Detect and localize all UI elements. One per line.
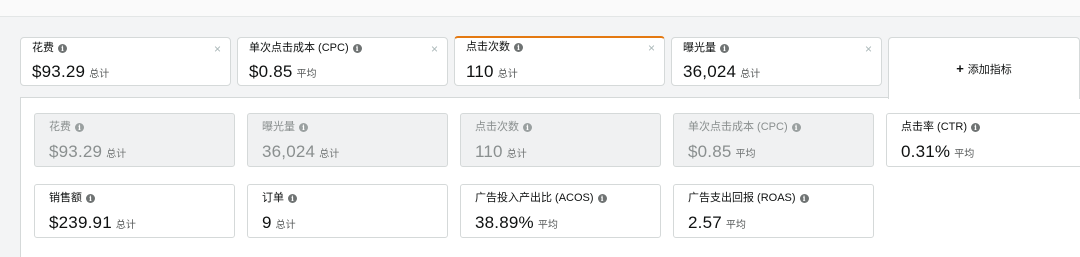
metric-option-value: $93.29 总计 <box>49 142 127 161</box>
metric-option-value: 2.57 平均 <box>688 213 746 232</box>
metric-tab-impressions[interactable]: 曝光量 i 36,024 总计 × <box>671 37 882 86</box>
info-icon[interactable]: i <box>971 123 980 132</box>
metric-option-value: 38.89% 平均 <box>475 213 558 232</box>
metric-tab-value: $0.85 平均 <box>249 62 317 81</box>
metric-option-label: 订单 i <box>262 191 297 205</box>
metric-tab-label: 曝光量 i <box>683 41 729 55</box>
metric-option-label: 销售额 i <box>49 191 95 205</box>
metric-option-value: $239.91 总计 <box>49 213 136 232</box>
close-icon[interactable]: × <box>865 43 872 55</box>
info-icon[interactable]: i <box>597 194 607 203</box>
metric-tab-value: $93.29 总计 <box>32 62 110 81</box>
info-icon[interactable]: i <box>799 194 809 203</box>
close-icon[interactable]: × <box>431 43 438 55</box>
info-icon[interactable]: i <box>514 43 523 52</box>
metric-tab-value: 110 总计 <box>466 62 518 81</box>
metric-option-orders[interactable]: 订单 i 9 总计 <box>247 184 448 238</box>
metric-option-value: 9 总计 <box>262 213 296 232</box>
metric-tab-label: 单次点击成本 (CPC) i <box>249 41 362 55</box>
metric-option-value: $0.85 平均 <box>688 142 756 161</box>
info-icon[interactable]: i <box>352 44 362 53</box>
metric-tab-label: 点击次数 i <box>466 40 523 54</box>
close-icon[interactable]: × <box>648 42 655 54</box>
metric-option-spend: 花费 i $93.29 总计 <box>34 113 235 167</box>
info-icon[interactable]: i <box>299 123 308 132</box>
metric-option-value: 110 总计 <box>475 142 527 161</box>
metric-tab-label: 花费 i <box>32 41 67 55</box>
metric-tab-spend[interactable]: 花费 i $93.29 总计 × <box>20 37 231 86</box>
top-bar <box>0 0 1080 17</box>
metric-option-value: 36,024 总计 <box>262 142 340 161</box>
add-metric-button[interactable]: + 添加指标 <box>888 37 1080 99</box>
metric-option-ctr[interactable]: 点击率 (CTR) i 0.31% 平均 <box>886 113 1080 167</box>
metric-option-acos[interactable]: 广告投入产出比 (ACOS) i 38.89% 平均 <box>460 184 661 238</box>
info-icon[interactable]: i <box>75 123 84 132</box>
close-icon[interactable]: × <box>214 43 221 55</box>
metric-option-label: 曝光量 i <box>262 120 308 134</box>
add-metric-label: 添加指标 <box>967 63 1012 76</box>
info-icon[interactable]: i <box>720 44 729 53</box>
metric-option-label: 广告投入产出比 (ACOS) i <box>475 191 607 205</box>
metric-option-impressions: 曝光量 i 36,024 总计 <box>247 113 448 167</box>
metric-option-label: 花费 i <box>49 120 84 134</box>
metric-tab-cpc[interactable]: 单次点击成本 (CPC) i $0.85 平均 × <box>237 37 448 86</box>
metric-option-value: 0.31% 平均 <box>901 142 975 161</box>
info-icon[interactable]: i <box>58 44 67 53</box>
metric-option-cpc: 单次点击成本 (CPC) i $0.85 平均 <box>673 113 874 167</box>
metric-option-roas[interactable]: 广告支出回报 (ROAS) i 2.57 平均 <box>673 184 874 238</box>
metric-option-label: 点击率 (CTR) i <box>901 120 980 134</box>
info-icon[interactable]: i <box>523 123 532 132</box>
metric-option-sales[interactable]: 销售额 i $239.91 总计 <box>34 184 235 238</box>
metric-tab-value: 36,024 总计 <box>683 62 761 81</box>
metric-option-label: 点击次数 i <box>475 120 532 134</box>
info-icon[interactable]: i <box>288 194 297 203</box>
info-icon[interactable]: i <box>791 123 801 132</box>
plus-icon: + <box>956 61 964 76</box>
metric-tab-clicks[interactable]: 点击次数 i 110 总计 × <box>454 36 665 86</box>
metric-option-label: 广告支出回报 (ROAS) i <box>688 191 809 205</box>
info-icon[interactable]: i <box>86 194 95 203</box>
metric-option-label: 单次点击成本 (CPC) i <box>688 120 801 134</box>
metric-option-clicks: 点击次数 i 110 总计 <box>460 113 661 167</box>
